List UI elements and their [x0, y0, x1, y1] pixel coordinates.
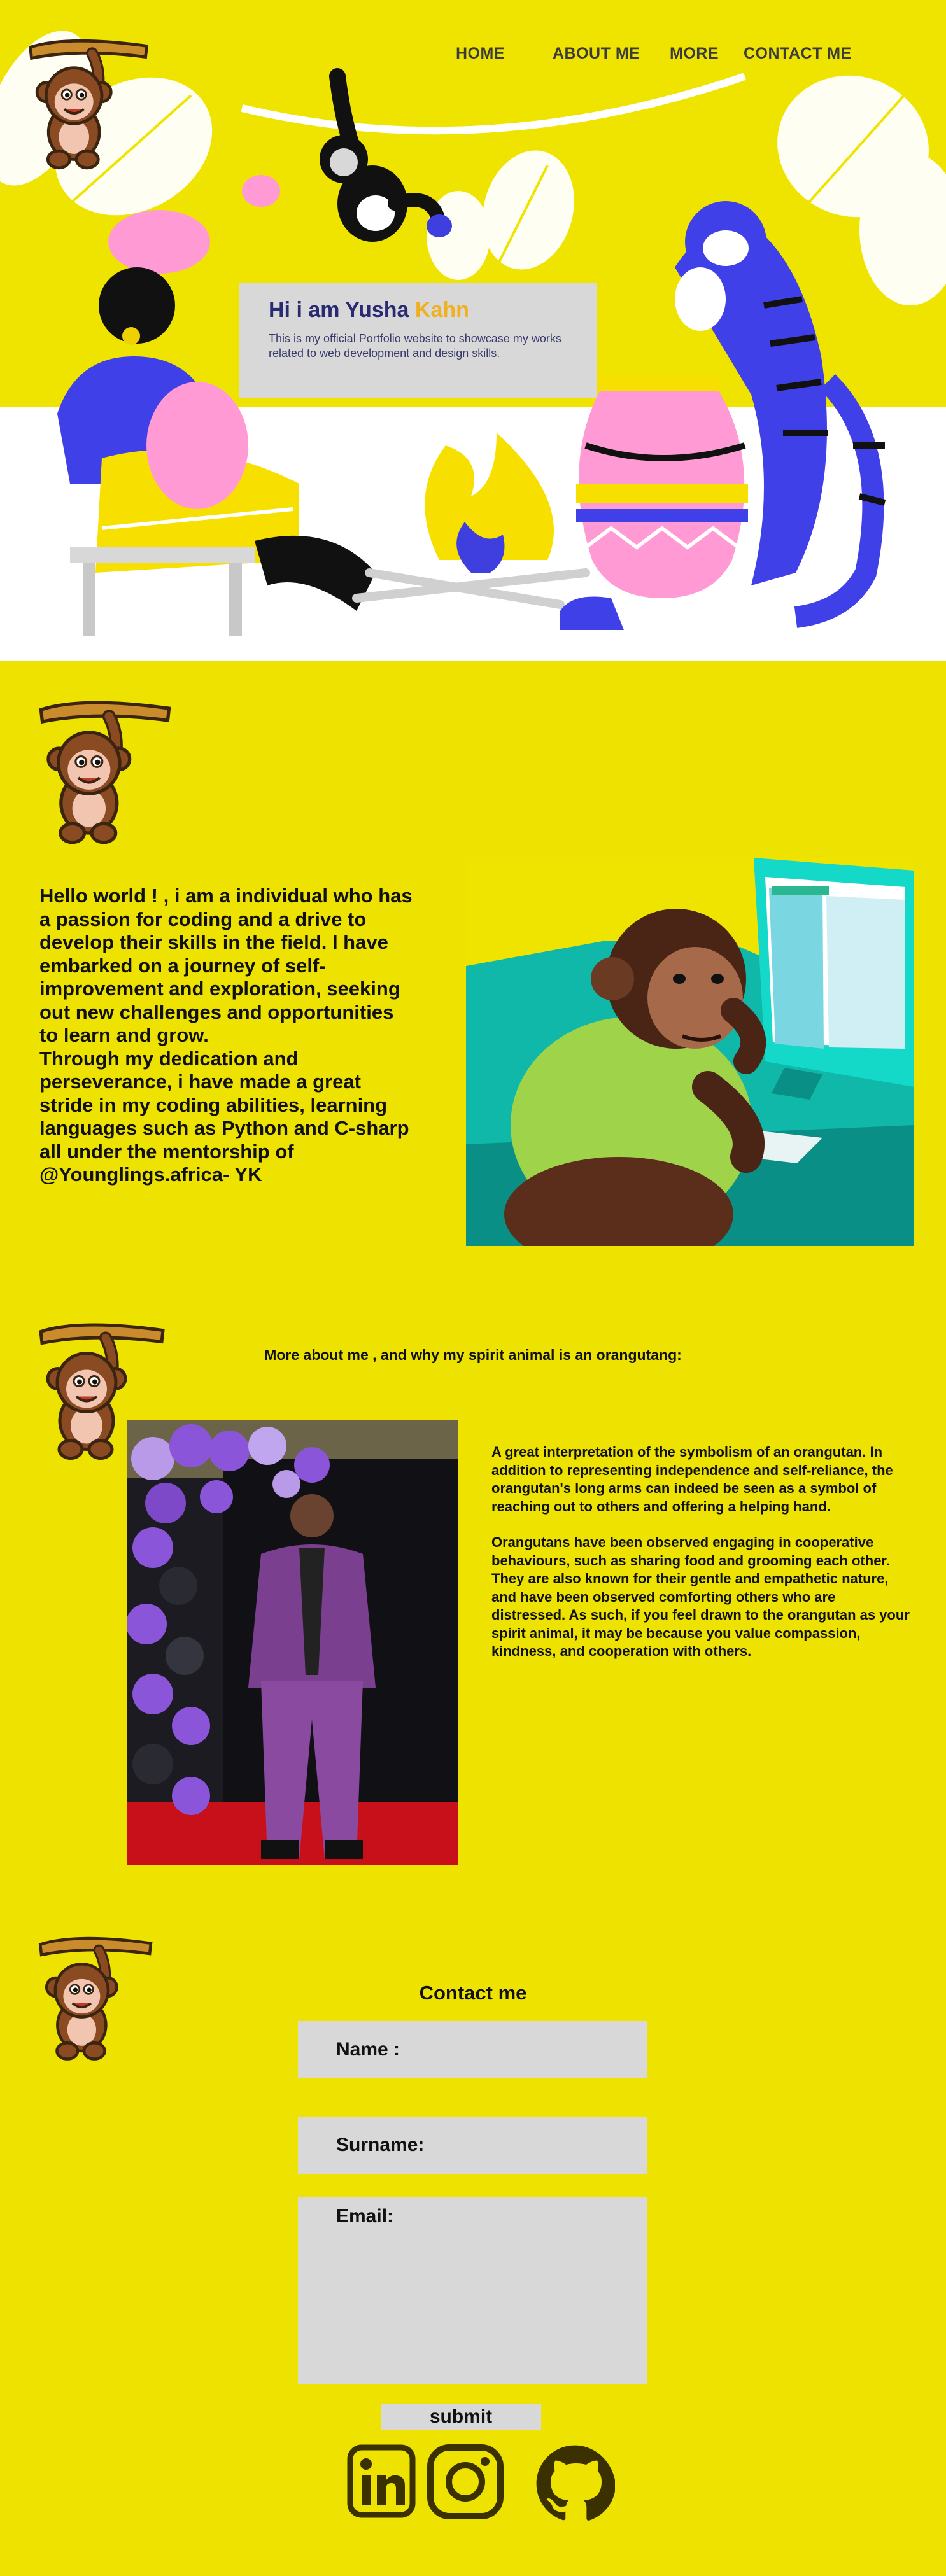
instagram-icon[interactable] — [427, 2444, 504, 2520]
github-icon[interactable] — [535, 2444, 615, 2524]
linkedin-icon[interactable] — [346, 2444, 416, 2520]
nav-home-link[interactable]: HOME — [456, 45, 505, 63]
about-paragraph-2: Through my dedication and perseverance, … — [39, 1047, 409, 1186]
main-nav: HOME ABOUT ME MORE CONTACT ME — [0, 45, 946, 70]
profile-photo — [127, 1420, 458, 1865]
about-paragraph-1: Hello world ! , i am a individual who ha… — [39, 885, 413, 1046]
submit-button[interactable]: submit — [381, 2404, 541, 2430]
nav-about-link[interactable]: ABOUT ME — [553, 45, 640, 63]
name-label: Name : — [336, 2039, 400, 2060]
more-section-title: More about me , and why my spirit animal… — [264, 1347, 682, 1363]
more-text: A great interpretation of the symbolism … — [491, 1443, 912, 1679]
email-field[interactable]: Email: — [298, 2197, 647, 2384]
hero-title-main: Hi i am Yusha — [269, 298, 415, 322]
nav-more-link[interactable]: MORE — [670, 45, 719, 63]
hero-title: Hi i am Yusha Kahn — [269, 298, 568, 323]
hero-title-accent: Kahn — [414, 298, 469, 322]
more-paragraph-1: A great interpretation of the symbolism … — [491, 1444, 893, 1515]
contact-title: Contact me — [419, 1982, 527, 2004]
nav-contact-link[interactable]: CONTACT ME — [744, 45, 852, 63]
ape-at-computer-image — [466, 858, 914, 1246]
hero-subtitle: This is my official Portfolio website to… — [269, 332, 561, 360]
hero-section: HOME ABOUT ME MORE CONTACT ME Hi i am Yu… — [0, 0, 946, 661]
hero-intro-card: Hi i am Yusha Kahn This is my official P… — [239, 283, 597, 398]
about-text: Hello world ! , i am a individual who ha… — [39, 885, 415, 1187]
email-label: Email: — [336, 2206, 394, 2227]
monkey-section-icon — [36, 689, 176, 851]
surname-field[interactable]: Surname: — [298, 2117, 647, 2174]
name-field[interactable]: Name : — [298, 2021, 647, 2078]
more-paragraph-2: Orangutans have been observed engaging i… — [491, 1534, 910, 1659]
surname-label: Surname: — [336, 2134, 425, 2155]
